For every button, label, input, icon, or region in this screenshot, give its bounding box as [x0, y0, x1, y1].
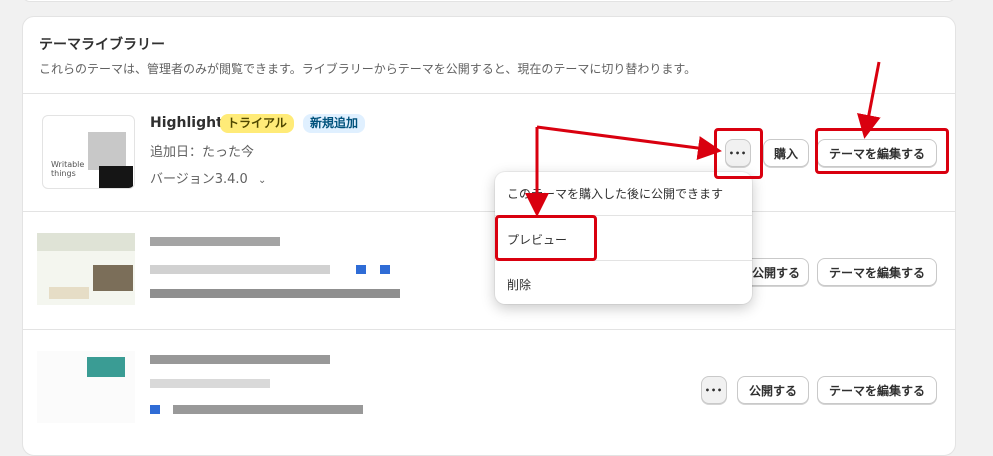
divider [23, 93, 955, 94]
menu-item-delete[interactable]: 削除 [507, 276, 531, 293]
edit-theme-button[interactable]: テーマを編集する [817, 258, 937, 286]
annotation-highlight-preview [495, 215, 597, 261]
theme-thumbnail-blurred [37, 351, 135, 423]
version-selector[interactable]: バージョン3.4.0 ⌄ [150, 168, 266, 187]
more-actions-button[interactable]: ••• [701, 376, 727, 404]
added-date: 追加日：たった今 [150, 145, 255, 160]
version-label: バージョン3.4.0 [150, 172, 248, 187]
theme-name: Highlight [150, 115, 223, 131]
thumb-image-placeholder [88, 132, 126, 170]
previous-card [22, 0, 956, 2]
thumb-dark-block [99, 166, 133, 188]
theme-thumbnail[interactable]: Writable things [42, 115, 135, 189]
publish-button[interactable]: 公開する [737, 376, 809, 404]
annotation-highlight-edit [815, 128, 949, 174]
annotation-highlight-more [714, 128, 763, 179]
theme-thumbnail-blurred [37, 233, 135, 305]
divider [23, 329, 955, 330]
trial-badge: トライアル [220, 114, 294, 133]
buy-button[interactable]: 購入 [763, 139, 809, 167]
publish-button[interactable]: 公開する [743, 258, 809, 286]
chevron-down-icon: ⌄ [257, 175, 267, 186]
card-subtitle: これらのテーマは、管理者のみが閲覧できます。ライブラリーからテーマを公開すると、… [39, 62, 697, 76]
ellipsis-icon: ••• [704, 385, 724, 395]
thumb-text: Writable things [51, 160, 85, 178]
divider [23, 211, 955, 212]
edit-theme-button[interactable]: テーマを編集する [817, 376, 937, 404]
card-title: テーマライブラリー [39, 37, 165, 53]
theme-library-card: テーマライブラリー これらのテーマは、管理者のみが閲覧できます。ライブラリーから… [22, 16, 956, 456]
menu-item-publish-after-purchase: このテーマを購入した後に公開できます [507, 187, 724, 201]
new-badge: 新規追加 [303, 114, 366, 133]
